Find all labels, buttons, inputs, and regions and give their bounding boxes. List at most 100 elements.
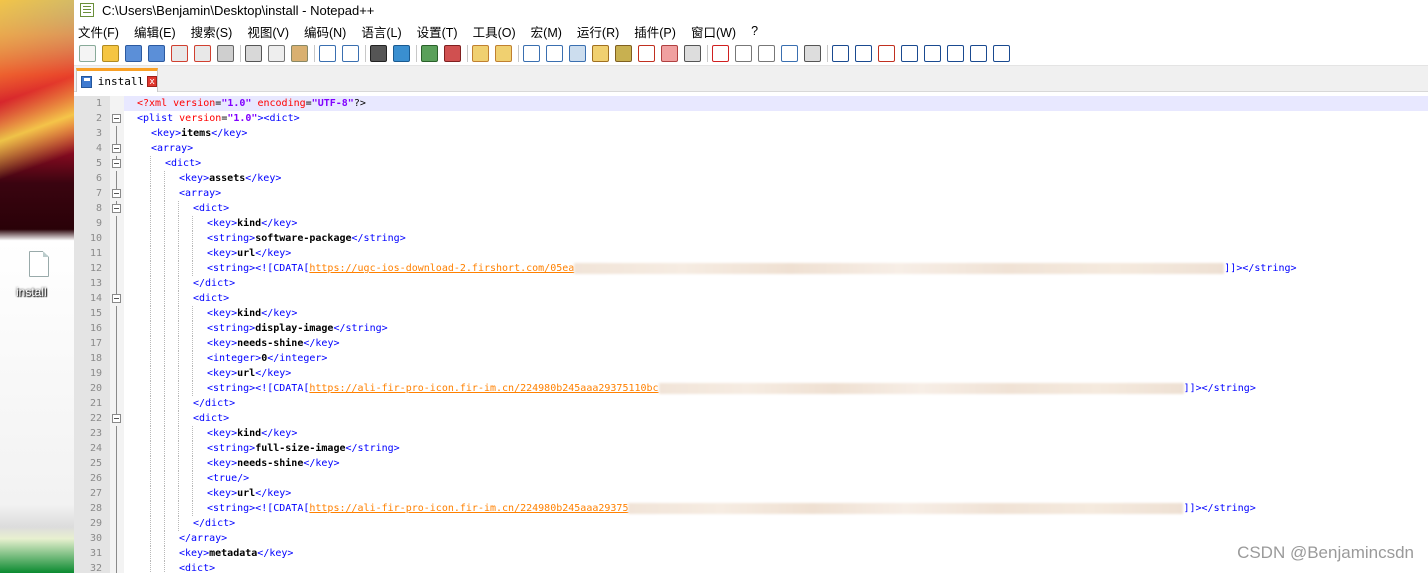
comment-icon[interactable] bbox=[832, 45, 849, 62]
desktop-file-label[interactable]: install bbox=[16, 285, 64, 299]
close-icon[interactable] bbox=[171, 45, 188, 62]
next-icon[interactable] bbox=[947, 45, 964, 62]
stop-macro-icon[interactable] bbox=[735, 45, 752, 62]
monitor-icon[interactable] bbox=[684, 45, 701, 62]
menu-item-9[interactable]: 运行(R) bbox=[577, 22, 619, 41]
open-file-icon[interactable] bbox=[102, 45, 119, 62]
word-wrap-icon[interactable] bbox=[523, 45, 540, 62]
play-macro-icon[interactable] bbox=[758, 45, 775, 62]
fold-margin[interactable] bbox=[110, 141, 124, 156]
code-line[interactable]: 15 <key>kind</key> bbox=[74, 306, 1428, 321]
prev-icon[interactable] bbox=[924, 45, 941, 62]
fold-margin[interactable] bbox=[110, 201, 124, 216]
code-line[interactable]: 13 </dict> bbox=[74, 276, 1428, 291]
undo-icon[interactable] bbox=[319, 45, 336, 62]
fold-margin[interactable] bbox=[110, 411, 124, 426]
code-line[interactable]: 31 <key>metadata</key> bbox=[74, 546, 1428, 561]
folder-workspace-icon[interactable] bbox=[661, 45, 678, 62]
code-line[interactable]: 26 <true/> bbox=[74, 471, 1428, 486]
panel-icon[interactable] bbox=[993, 45, 1010, 62]
code-line[interactable]: 25 <key>needs-shine</key> bbox=[74, 456, 1428, 471]
fold-toggle-icon[interactable] bbox=[112, 189, 121, 198]
record-macro-icon[interactable] bbox=[712, 45, 729, 62]
code-line[interactable]: 12 <string><![CDATA[https://ugc-ios-downl… bbox=[74, 261, 1428, 276]
menu-item-5[interactable]: 语言(L) bbox=[361, 22, 401, 41]
code-line[interactable]: 7 <array> bbox=[74, 186, 1428, 201]
show-all-chars-icon[interactable] bbox=[546, 45, 563, 62]
save-all-icon[interactable] bbox=[148, 45, 165, 62]
sync-v-icon[interactable] bbox=[472, 45, 489, 62]
code-line[interactable]: 5 <dict> bbox=[74, 156, 1428, 171]
desktop-file-icon[interactable] bbox=[29, 251, 49, 277]
code-line[interactable]: 30 </array> bbox=[74, 531, 1428, 546]
code-line[interactable]: 14 <dict> bbox=[74, 291, 1428, 306]
fold-margin[interactable] bbox=[110, 291, 124, 306]
sync-h-icon[interactable] bbox=[495, 45, 512, 62]
find-icon[interactable] bbox=[370, 45, 387, 62]
code-line[interactable]: 2 <plist version="1.0"><dict> bbox=[74, 111, 1428, 126]
code-line[interactable]: 11 <key>url</key> bbox=[74, 246, 1428, 261]
fold-margin[interactable] bbox=[110, 111, 124, 126]
doc-map-icon[interactable] bbox=[615, 45, 632, 62]
function-list-icon[interactable] bbox=[638, 45, 655, 62]
copy-icon[interactable] bbox=[268, 45, 285, 62]
tab-install[interactable]: install x bbox=[76, 68, 158, 92]
menu-item-0[interactable]: 文件(F) bbox=[78, 22, 119, 41]
close-tab-icon[interactable]: x bbox=[147, 76, 157, 87]
replace-icon[interactable] bbox=[393, 45, 410, 62]
menu-item-10[interactable]: 插件(P) bbox=[634, 22, 676, 41]
fold-toggle-icon[interactable] bbox=[112, 414, 121, 423]
code-line[interactable]: 17 <key>needs-shine</key> bbox=[74, 336, 1428, 351]
menu-item-2[interactable]: 搜索(S) bbox=[191, 22, 233, 41]
zoom-out-icon[interactable] bbox=[444, 45, 461, 62]
menu-item-3[interactable]: 视图(V) bbox=[247, 22, 289, 41]
indent-guide-icon[interactable] bbox=[569, 45, 586, 62]
zoom-in-icon[interactable] bbox=[421, 45, 438, 62]
code-line[interactable]: 18 <integer>0</integer> bbox=[74, 351, 1428, 366]
code-editor[interactable]: 1 <?xml version="1.0" encoding="UTF-8"?> 2… bbox=[74, 96, 1428, 573]
code-line[interactable]: 19 <key>url</key> bbox=[74, 366, 1428, 381]
cut-icon[interactable] bbox=[245, 45, 262, 62]
code-line[interactable]: 4 <array> bbox=[74, 141, 1428, 156]
code-line[interactable]: 9 <key>kind</key> bbox=[74, 216, 1428, 231]
code-line[interactable]: 3 <key>items</key> bbox=[74, 126, 1428, 141]
expand-icon[interactable] bbox=[970, 45, 987, 62]
run-macro-multiple-icon[interactable] bbox=[781, 45, 798, 62]
menu-item-8[interactable]: 宏(M) bbox=[531, 22, 562, 41]
paste-icon[interactable] bbox=[291, 45, 308, 62]
code-line[interactable]: 22 <dict> bbox=[74, 411, 1428, 426]
collapse-icon[interactable] bbox=[901, 45, 918, 62]
print-icon[interactable] bbox=[217, 45, 234, 62]
code-line[interactable]: 29 </dict> bbox=[74, 516, 1428, 531]
fold-margin[interactable] bbox=[110, 186, 124, 201]
code-line[interactable]: 28 <string><![CDATA[https://ali-fir-pro-i… bbox=[74, 501, 1428, 516]
fold-toggle-icon[interactable] bbox=[112, 204, 121, 213]
save-icon[interactable] bbox=[125, 45, 142, 62]
code-line[interactable]: 24 <string>full-size-image</string> bbox=[74, 441, 1428, 456]
code-line[interactable]: 32 <dict> bbox=[74, 561, 1428, 573]
fold-toggle-icon[interactable] bbox=[112, 294, 121, 303]
code-line[interactable]: 6 <key>assets</key> bbox=[74, 171, 1428, 186]
code-line[interactable]: 21 </dict> bbox=[74, 396, 1428, 411]
redo-icon[interactable] bbox=[342, 45, 359, 62]
bookmark-icon[interactable] bbox=[855, 45, 872, 62]
menu-item-12[interactable]: ? bbox=[751, 24, 758, 38]
code-line[interactable]: 8 <dict> bbox=[74, 201, 1428, 216]
save-macro-icon[interactable] bbox=[804, 45, 821, 62]
fold-toggle-icon[interactable] bbox=[112, 144, 121, 153]
menu-item-11[interactable]: 窗口(W) bbox=[691, 22, 736, 41]
code-line[interactable]: 10 <string>software-package</string> bbox=[74, 231, 1428, 246]
menu-item-6[interactable]: 设置(T) bbox=[417, 22, 458, 41]
code-line[interactable]: 23 <key>kind</key> bbox=[74, 426, 1428, 441]
new-file-icon[interactable] bbox=[79, 45, 96, 62]
code-line[interactable]: 1 <?xml version="1.0" encoding="UTF-8"?> bbox=[74, 96, 1428, 111]
menu-item-7[interactable]: 工具(O) bbox=[473, 22, 516, 41]
fold-margin[interactable] bbox=[110, 156, 124, 171]
menu-item-4[interactable]: 编码(N) bbox=[304, 22, 346, 41]
code-line[interactable]: 27 <key>url</key> bbox=[74, 486, 1428, 501]
udl-icon[interactable] bbox=[592, 45, 609, 62]
code-line[interactable]: 16 <string>display-image</string> bbox=[74, 321, 1428, 336]
code-line[interactable]: 20 <string><![CDATA[https://ali-fir-pro-i… bbox=[74, 381, 1428, 396]
menu-item-1[interactable]: 编辑(E) bbox=[134, 22, 176, 41]
fold-toggle-icon[interactable] bbox=[112, 159, 121, 168]
